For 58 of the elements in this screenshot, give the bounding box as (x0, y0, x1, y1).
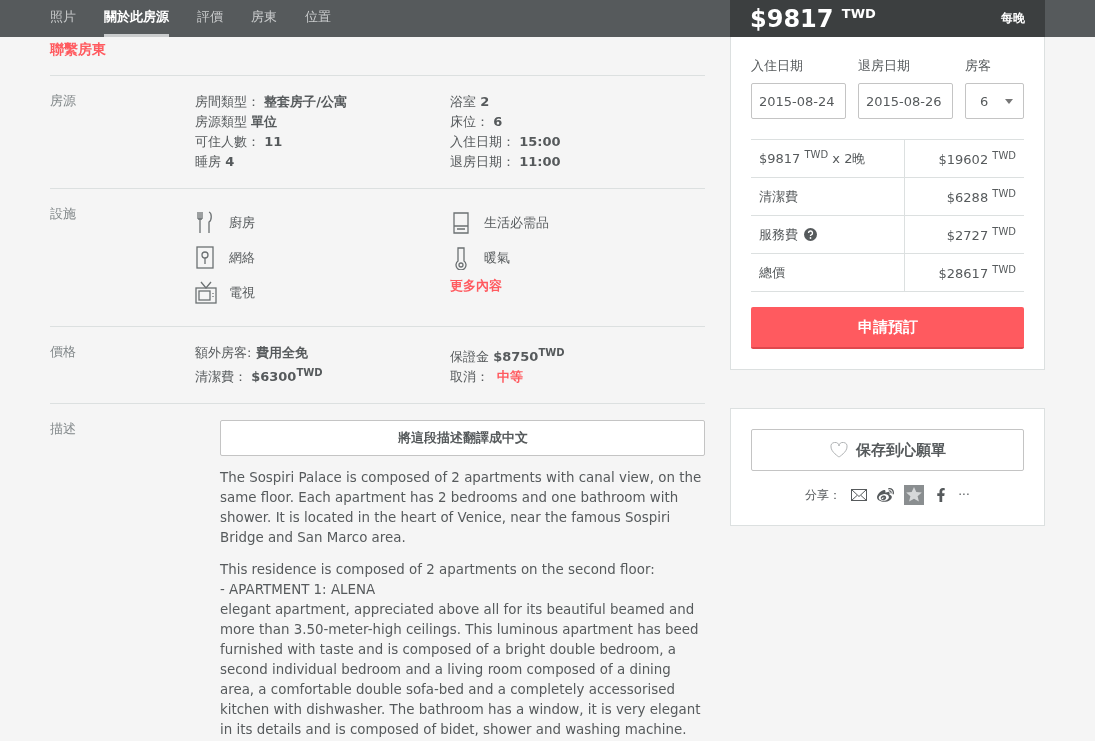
tv-icon (195, 280, 217, 305)
price-value: $28617 $^{TWD}$ (938, 263, 1016, 282)
cancellation-policy: 中等 (497, 368, 523, 387)
section-title: 價格 (50, 343, 77, 361)
price-label-text: $9817 $^{TWD}$ x 2晚 (759, 148, 866, 169)
price-value: $6288 $^{TWD}$ (946, 187, 1016, 206)
nav-tab[interactable]: 照片 (50, 0, 76, 37)
price-value: $19602 $^{TWD}$ (938, 149, 1016, 168)
detail-text: 浴室 2 (450, 93, 491, 111)
heart-icon (829, 442, 848, 458)
mail-icon[interactable] (851, 489, 868, 501)
section-title: 描述 (50, 420, 77, 439)
price-text: 保證金 $8750$^{TWD}$ (450, 346, 566, 367)
nav-tab[interactable]: 房東 (251, 0, 277, 37)
detail-text: 睡房 4 (195, 153, 236, 171)
nav-tab[interactable]: 關於此房源 (104, 0, 169, 37)
detail-text: 房源類型 單位 (195, 113, 279, 131)
price-text: 額外房客: 費用全免 (195, 344, 309, 362)
guests-select[interactable]: 6 (965, 83, 1024, 119)
save-to-wishlist-button[interactable]: 保存到心願單 (751, 429, 1024, 471)
section-title: 設施 (50, 205, 77, 223)
price-text: 取消： (450, 368, 489, 387)
translate-button[interactable]: 將這段描述翻譯成中文 (220, 420, 705, 457)
amenity-label: 電視 (229, 283, 255, 302)
caret-icon (1005, 98, 1013, 104)
amenity-label: 廚房 (229, 213, 255, 232)
detail-text: 入住日期： 15:00 (450, 133, 562, 151)
price-value: $2727 $^{TWD}$ (946, 225, 1016, 244)
price-text: 清潔費： $6300$^{TWD}$ (195, 366, 324, 387)
price-label-text: 總價 (759, 263, 785, 282)
amenity-label: 網絡 (229, 248, 255, 267)
field-label: 退房日期 (858, 57, 911, 75)
field-label: 入住日期 (751, 57, 804, 75)
weibo-icon[interactable] (877, 486, 895, 504)
more-share-link[interactable]: ··· (958, 488, 970, 502)
nightly-price: $9817 $^{TWD}$ (750, 4, 876, 33)
price-label-text: 服務費 (759, 225, 798, 244)
towel-icon (450, 210, 472, 235)
detail-text: 可住人數： 11 (195, 133, 284, 151)
help-icon[interactable] (804, 228, 817, 241)
nav-tab[interactable]: 位置 (305, 0, 331, 37)
detail-text: 房間類型： 整套房子/公寓 (195, 93, 348, 111)
star-icon[interactable] (904, 485, 925, 505)
share-label: 分享： (805, 486, 842, 504)
date-field[interactable]: 2015-08-26 (858, 83, 953, 119)
date-field[interactable]: 2015-08-24 (751, 83, 846, 119)
socket-icon (195, 245, 217, 270)
description-paragraph: The Sospiri Palace is composed of 2 apartments with canal view, on the same floor. Each apartment has 2 bedrooms and one bathroom with shower. It is located in the heart of Venice, near the famous Sospiri Bridge and San Marco area. (220, 469, 703, 548)
amenity-label: 暖氣 (484, 248, 510, 267)
per-night-label: 每晚 (1001, 10, 1025, 27)
amenity-label: 生活必需品 (484, 213, 549, 232)
field-label: 房客 (965, 57, 992, 75)
description-paragraph: This residence is composed of 2 apartments on the second floor: - APARTMENT 1: ALENA elegant apartment, appreciated above all for its beautiful beamed and more than 3.50-meter-high ceilings. This luminous apartment has beed furnished with taste and is composed of a bright double bedroom, a second individual bedroom and a living room composed of a dining area, a comfortable double sofa-bed and a completely accessorised kitchen with dishwasher. The bathroom has a window, it is very elegant in its details and is composed of bidet, shower and washing machine. (220, 561, 702, 740)
price-label-text: 清潔費 (759, 187, 798, 206)
section-title: 房源 (50, 92, 77, 110)
detail-text: 退房日期： 11:00 (450, 153, 562, 171)
detail-text: 床位： 6 (450, 113, 504, 131)
nav-tab[interactable]: 評價 (197, 0, 223, 37)
